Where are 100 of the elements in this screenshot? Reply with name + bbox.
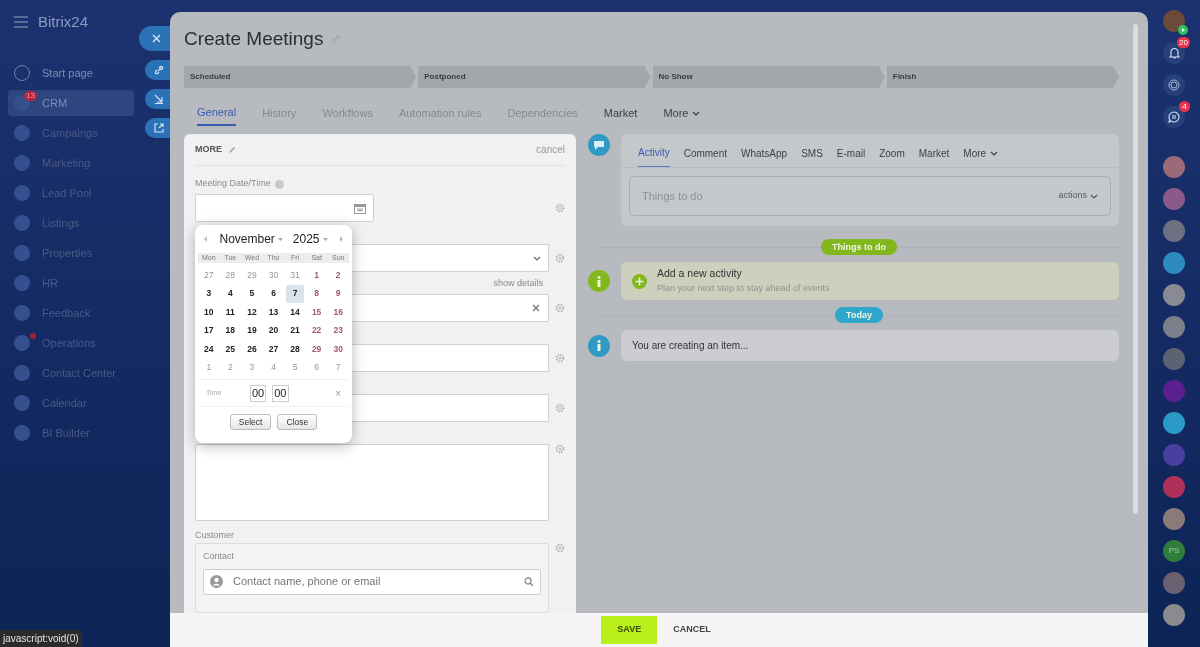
- copilot-button[interactable]: [1163, 74, 1185, 96]
- calendar-day[interactable]: 5: [286, 358, 304, 377]
- calendar-day[interactable]: 27: [264, 340, 283, 359]
- tab[interactable]: General: [197, 100, 237, 126]
- sidebar-item[interactable]: Start page: [8, 60, 134, 86]
- text-area[interactable]: [195, 444, 549, 521]
- stage-step[interactable]: Postponed: [418, 66, 651, 88]
- logo[interactable]: Bitrix24: [38, 10, 89, 34]
- calendar-day[interactable]: 7: [286, 284, 304, 303]
- clear-icon[interactable]: [532, 304, 540, 312]
- avatar[interactable]: [1163, 156, 1185, 178]
- settings-icon[interactable]: [555, 253, 565, 263]
- close-button[interactable]: Close: [277, 414, 318, 430]
- avatar[interactable]: [1163, 604, 1185, 626]
- calendar-day[interactable]: 20: [264, 321, 283, 340]
- avatar[interactable]: [1163, 220, 1185, 242]
- minimize-button[interactable]: [145, 89, 173, 109]
- sidebar-item[interactable]: 13 CRM: [8, 90, 134, 116]
- stage-step[interactable]: Scheduled: [184, 66, 417, 88]
- avatar[interactable]: PS: [1163, 540, 1185, 562]
- settings-icon[interactable]: [555, 203, 565, 213]
- calendar-day[interactable]: 2: [329, 266, 347, 285]
- stage-step[interactable]: No Show: [652, 66, 885, 88]
- avatar[interactable]: [1163, 316, 1185, 338]
- copy-link-button[interactable]: [145, 60, 173, 80]
- tab[interactable]: Market: [603, 100, 638, 126]
- calendar-day[interactable]: 9: [329, 284, 347, 303]
- avatar[interactable]: [1163, 412, 1185, 434]
- calendar-day[interactable]: 2: [221, 358, 240, 377]
- calendar-day[interactable]: 3: [200, 284, 218, 303]
- scrollbar[interactable]: [1133, 24, 1138, 514]
- user-avatar[interactable]: [1163, 10, 1185, 32]
- calendar-day[interactable]: 15: [307, 303, 326, 322]
- calendar-day[interactable]: 3: [243, 358, 261, 377]
- minute-field[interactable]: 00: [272, 384, 289, 402]
- calendar-day[interactable]: 21: [286, 321, 304, 340]
- tab[interactable]: Zoom: [879, 139, 905, 167]
- avatar[interactable]: [1163, 572, 1185, 594]
- calendar-day[interactable]: 22: [307, 321, 326, 340]
- tab[interactable]: SMS: [801, 139, 823, 167]
- tab[interactable]: Comment: [683, 139, 728, 167]
- avatar[interactable]: [1163, 508, 1185, 530]
- calendar-day[interactable]: 12: [243, 303, 261, 322]
- month-dropdown[interactable]: November: [219, 230, 283, 248]
- calendar-day[interactable]: 30: [329, 340, 347, 359]
- avatar[interactable]: [1163, 348, 1185, 370]
- calendar-day[interactable]: 17: [200, 321, 218, 340]
- date-field[interactable]: [195, 194, 374, 222]
- calendar-day[interactable]: 5: [243, 284, 261, 303]
- close-button[interactable]: [139, 26, 173, 51]
- calendar-day[interactable]: 31: [286, 266, 304, 285]
- year-dropdown[interactable]: 2025: [292, 230, 328, 248]
- calendar-day[interactable]: 4: [221, 284, 240, 303]
- avatar[interactable]: [1163, 284, 1185, 306]
- calendar-day[interactable]: 8: [307, 284, 326, 303]
- select-button[interactable]: Select: [229, 414, 272, 430]
- calendar-day[interactable]: 28: [221, 266, 240, 285]
- settings-icon[interactable]: [555, 353, 565, 363]
- calendar-day[interactable]: 29: [243, 266, 261, 285]
- calendar-day[interactable]: 14: [286, 303, 304, 322]
- tab[interactable]: More: [663, 100, 701, 126]
- tab[interactable]: Market: [918, 139, 950, 167]
- tab[interactable]: More: [963, 139, 999, 167]
- calendar-day[interactable]: 7: [329, 358, 347, 377]
- calendar-day[interactable]: 25: [221, 340, 240, 359]
- search-icon[interactable]: [524, 576, 534, 587]
- messages-button[interactable]: [1163, 106, 1185, 128]
- hour-field[interactable]: 00: [250, 384, 267, 402]
- menu-icon[interactable]: [14, 16, 28, 28]
- calendar-day[interactable]: 1: [307, 266, 326, 285]
- calendar-day[interactable]: 13: [264, 303, 283, 322]
- settings-icon[interactable]: [555, 303, 565, 313]
- settings-icon[interactable]: [555, 444, 565, 454]
- settings-icon[interactable]: [555, 403, 565, 413]
- help-icon[interactable]: [274, 179, 284, 189]
- avatar[interactable]: [1163, 476, 1185, 498]
- settings-icon[interactable]: [555, 543, 565, 553]
- calendar-day[interactable]: 28: [286, 340, 304, 359]
- calendar-day[interactable]: 11: [221, 303, 240, 322]
- next-month-button[interactable]: [339, 236, 343, 242]
- save-button[interactable]: SAVE: [601, 616, 658, 644]
- tab[interactable]: Activity: [638, 139, 670, 167]
- calendar-day[interactable]: 27: [200, 266, 218, 285]
- actions-dropdown[interactable]: actions: [1058, 189, 1098, 203]
- search-field[interactable]: Contact name, phone or email: [203, 568, 541, 595]
- calendar-day[interactable]: 10: [200, 303, 218, 322]
- stage-step[interactable]: Finish: [886, 66, 1119, 88]
- tab[interactable]: E-mail: [836, 139, 866, 167]
- calendar-icon[interactable]: [354, 202, 366, 214]
- add-icon[interactable]: [632, 273, 647, 289]
- calendar-day[interactable]: 4: [264, 358, 283, 377]
- calendar-day[interactable]: 30: [264, 266, 283, 285]
- avatar[interactable]: [1163, 252, 1185, 274]
- cancel-link[interactable]: cancel: [536, 142, 565, 157]
- open-new-window-button[interactable]: [145, 118, 173, 138]
- calendar-day[interactable]: 26: [243, 340, 261, 359]
- calendar-day[interactable]: 18: [221, 321, 240, 340]
- calendar-day[interactable]: 6: [307, 358, 326, 377]
- calendar-day[interactable]: 24: [200, 340, 218, 359]
- cancel-button[interactable]: CANCEL: [667, 616, 717, 644]
